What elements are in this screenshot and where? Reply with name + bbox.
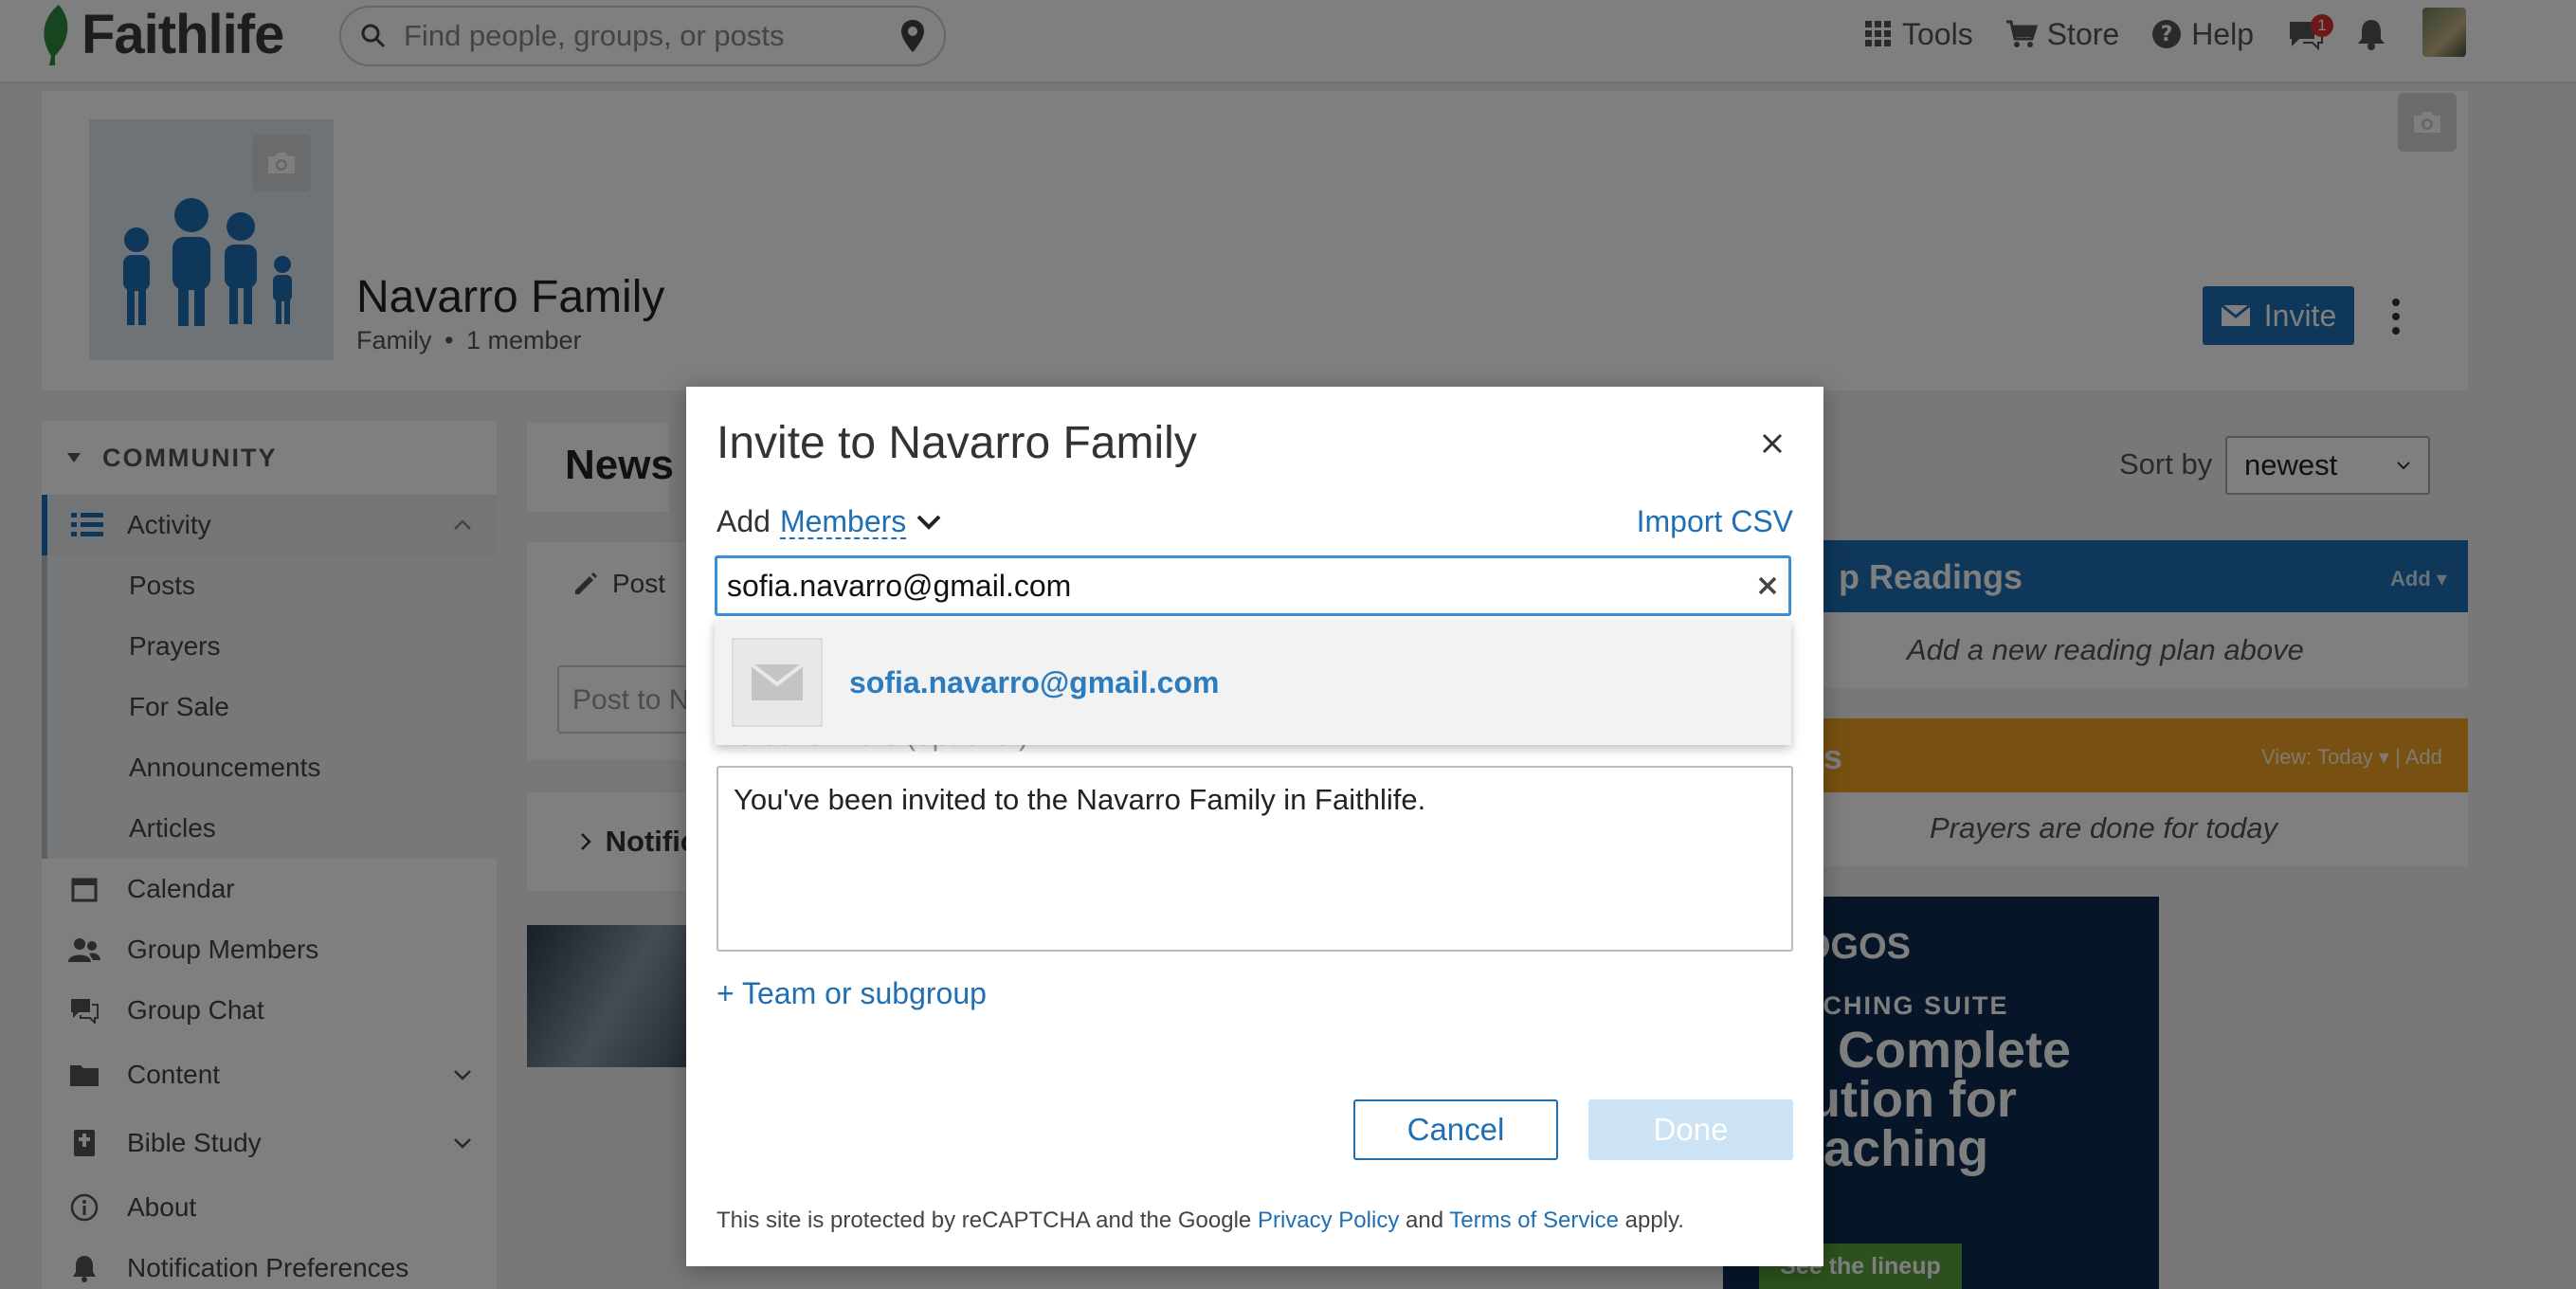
recaptcha-notice: This site is protected by reCAPTCHA and … (717, 1207, 1684, 1234)
privacy-policy-link[interactable]: Privacy Policy (1258, 1207, 1399, 1233)
invite-email-value: sofia.navarro@gmail.com (727, 568, 1072, 603)
add-team-subgroup-link[interactable]: + Team or subgroup (717, 976, 987, 1011)
close-button[interactable] (1751, 423, 1793, 464)
recaptcha-text: This site is protected by reCAPTCHA and … (717, 1207, 1252, 1233)
recaptcha-and: and (1406, 1207, 1444, 1233)
invite-modal: Invite to Navarro Family Add Members Imp… (686, 387, 1823, 1266)
cancel-button[interactable]: Cancel (1353, 1099, 1558, 1160)
member-type-dropdown[interactable]: Members (779, 505, 907, 539)
recaptcha-apply: apply. (1624, 1207, 1684, 1233)
modal-title: Invite to Navarro Family (717, 418, 1197, 468)
invite-email-input[interactable]: sofia.navarro@gmail.com (715, 555, 1791, 616)
add-type-row: Add Members (717, 504, 942, 539)
clear-input-icon[interactable] (1756, 574, 1779, 597)
add-prefix: Add (717, 504, 771, 538)
terms-of-service-link[interactable]: Terms of Service (1449, 1207, 1619, 1233)
email-suggestion-dropdown[interactable]: sofia.navarro@gmail.com (715, 620, 1791, 745)
suggestion-email[interactable]: sofia.navarro@gmail.com (849, 665, 1219, 700)
personal-note-textarea[interactable]: You've been invited to the Navarro Famil… (717, 766, 1793, 952)
import-csv-link[interactable]: Import CSV (1637, 504, 1793, 539)
close-icon (1761, 432, 1784, 455)
chevron-down-icon[interactable] (916, 514, 942, 531)
done-button[interactable]: Done (1588, 1099, 1793, 1160)
envelope-icon (732, 638, 823, 727)
